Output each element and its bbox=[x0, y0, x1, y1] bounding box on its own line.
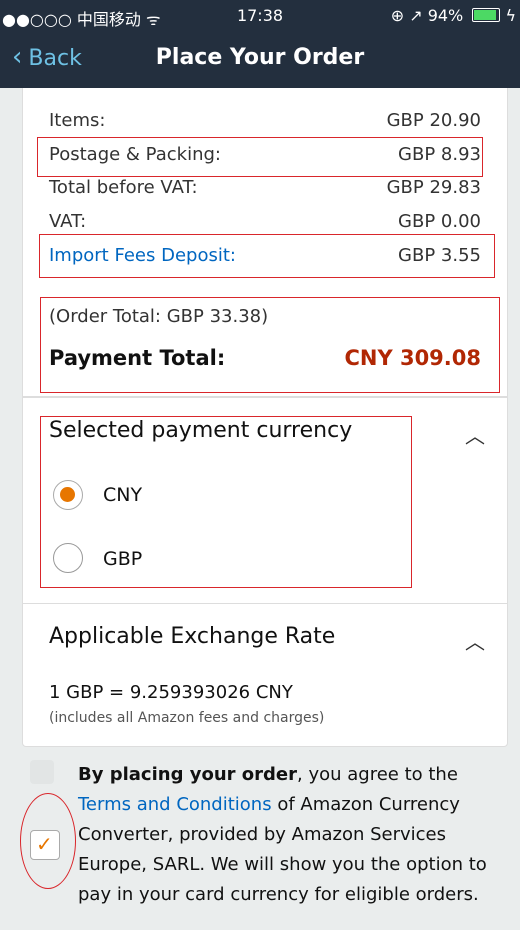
terms-link[interactable]: Terms and Conditions bbox=[78, 794, 272, 815]
exchange-rate-note: (includes all Amazon fees and charges) bbox=[49, 710, 325, 726]
exchange-rate-value: 1 GBP = 9.259393026 CNY bbox=[49, 682, 293, 703]
agreement-bold: By placing your order bbox=[78, 764, 297, 785]
nav-bar: ‹ Back Place Your Order bbox=[0, 32, 520, 88]
currency-section: Selected payment currency ︿ CNY GBP bbox=[22, 397, 508, 604]
status-right: ⊕ ↗ 94% ϟ bbox=[391, 6, 516, 25]
exchange-section-title: Applicable Exchange Rate bbox=[49, 624, 336, 649]
status-icons: ⊕ ↗ 94% bbox=[390, 6, 464, 25]
page-title: Place Your Order bbox=[155, 45, 365, 70]
annotation-box-payment-total bbox=[40, 297, 500, 393]
row-label: VAT: bbox=[49, 211, 87, 232]
agreement-text: By placing your order, you agree to the … bbox=[78, 760, 498, 910]
annotation-box-import-fees bbox=[39, 234, 495, 278]
exchange-rate-section: Applicable Exchange Rate ︿ 1 GBP = 9.259… bbox=[22, 603, 508, 747]
status-bar: ●●○○○ 中国移动 ᯤ 17:38 ⊕ ↗ 94% ϟ bbox=[0, 0, 520, 32]
row-label: Total before VAT: bbox=[49, 177, 198, 198]
row-value: GBP 29.83 bbox=[386, 177, 481, 198]
annotation-box-currency bbox=[40, 416, 412, 588]
battery-icon bbox=[472, 8, 501, 22]
agreement-text-1: , you agree to the bbox=[297, 764, 458, 785]
faded-checkbox-icon bbox=[30, 760, 54, 784]
charging-icon: ϟ bbox=[505, 6, 516, 25]
chevron-up-icon[interactable]: ︿ bbox=[465, 420, 485, 449]
annotation-ellipse-checkbox bbox=[20, 793, 76, 889]
row-value: GBP 20.90 bbox=[386, 110, 481, 131]
annotation-box-postage bbox=[37, 137, 483, 177]
row-value: GBP 0.00 bbox=[398, 211, 481, 232]
row-label: Items: bbox=[49, 110, 106, 131]
chevron-up-icon[interactable]: ︿ bbox=[465, 626, 485, 655]
order-summary: Items: GBP 20.90 Postage & Packing: GBP … bbox=[22, 88, 508, 397]
